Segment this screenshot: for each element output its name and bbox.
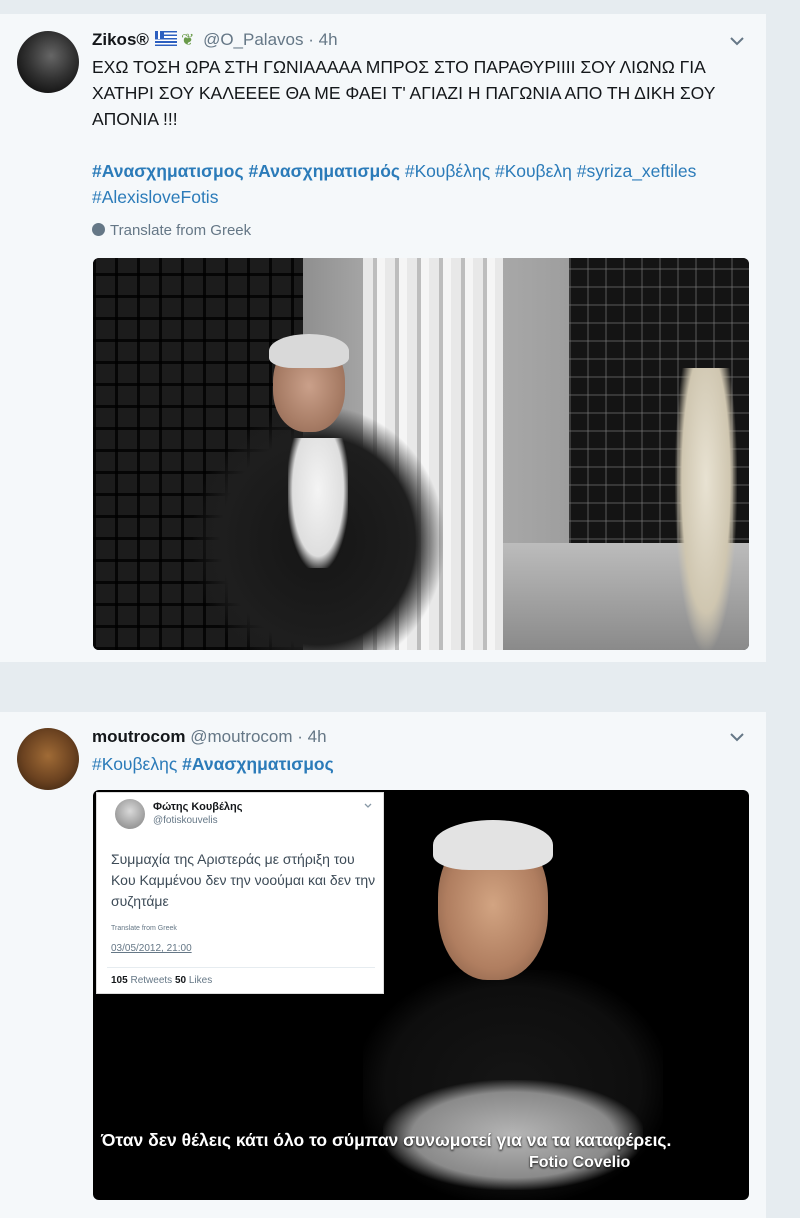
- timestamp[interactable]: 4h: [319, 30, 338, 49]
- tweet-photo[interactable]: Φώτης Κουβέλης @fotiskouvelis Συμμαχία τ…: [93, 790, 749, 1200]
- hashtag-link[interactable]: #Ανασχηματισμος: [92, 161, 244, 181]
- avatar[interactable]: [17, 31, 79, 93]
- hashtag-link[interactable]: #Κουβελη: [495, 161, 572, 181]
- chevron-down-icon[interactable]: [728, 32, 746, 50]
- avatar: [115, 799, 145, 829]
- hashtag-link[interactable]: #Ανασχηματισμός: [248, 161, 400, 181]
- photo-man-hair: [269, 334, 349, 368]
- tweet-header: Zikos® ❦ @O_Palavos · 4h: [92, 30, 338, 50]
- hashtag-link[interactable]: #AlexisloveFotis: [92, 187, 218, 207]
- globe-icon: [92, 223, 105, 236]
- tweet-zikos[interactable]: Zikos® ❦ @O_Palavos · 4h ΕΧΩ ΤΟΣΗ ΩΡΑ ΣΤΗ…: [0, 14, 766, 662]
- translate-label: Translate from Greek: [110, 222, 252, 239]
- photo-statue: [675, 368, 737, 650]
- separator: ·: [297, 727, 303, 746]
- embedded-translate-label: Translate from Greek: [111, 925, 177, 932]
- translate-link[interactable]: Translate from Greek: [92, 222, 251, 239]
- user-handle[interactable]: @moutrocom: [190, 727, 292, 746]
- embedded-user-handle: @fotiskouvelis: [153, 815, 218, 826]
- embedded-stats: 105 Retweets 50 Likes: [111, 975, 212, 986]
- retweet-count: 105: [111, 975, 128, 986]
- tweet-moutrocom[interactable]: moutrocom @moutrocom · 4h #Κουβελης #Ανα…: [0, 712, 766, 1218]
- user-handle[interactable]: @O_Palavos: [203, 30, 303, 49]
- retweet-label: Retweets: [130, 975, 173, 986]
- display-name[interactable]: moutrocom: [92, 727, 186, 746]
- hashtag-list: #Ανασχηματισμος #Ανασχηματισμός #Κουβέλη…: [92, 158, 742, 210]
- like-count: 50: [174, 975, 187, 986]
- hashtag-link[interactable]: #Κουβελης: [92, 754, 177, 774]
- separator: ·: [308, 30, 314, 49]
- hashtag-list: #Κουβελης #Ανασχηματισμος: [92, 751, 742, 777]
- display-name[interactable]: Zikos®: [92, 30, 149, 49]
- hashtag-link[interactable]: #Κουβέλης: [405, 161, 490, 181]
- tweet-header: moutrocom @moutrocom · 4h: [92, 727, 327, 747]
- hashtag-link[interactable]: #Ανασχηματισμος: [182, 754, 334, 774]
- photo-man-shirt: [288, 438, 348, 568]
- chevron-down-icon[interactable]: [728, 728, 746, 746]
- olive-branch-icon: ❦: [180, 32, 195, 49]
- embedded-tweet-text: Συμμαχία της Αριστεράς με στήριξη του Κο…: [111, 851, 376, 909]
- embedded-display-name: Φώτης Κουβέλης: [153, 801, 243, 813]
- hashtag-link[interactable]: #syriza_xeftiles: [577, 161, 697, 181]
- image-signature: Fotio Covelio: [529, 1154, 631, 1171]
- photo-man-hair: [433, 820, 553, 870]
- tweet-text: ΕΧΩ ΤΟΣΗ ΩΡΑ ΣΤΗ ΓΩΝΙΑΑΑΑΑ ΜΠΡΟΣ ΣΤΟ ΠΑΡ…: [92, 57, 716, 129]
- image-caption: Όταν δεν θέλεις κάτι όλο το σύμπαν συνωμ…: [101, 1130, 672, 1150]
- like-label: Likes: [188, 975, 213, 986]
- avatar[interactable]: [17, 728, 79, 790]
- chevron-down-icon: [364, 803, 372, 808]
- divider: [107, 967, 375, 968]
- timestamp[interactable]: 4h: [308, 727, 327, 746]
- embedded-date: 03/05/2012, 21:00: [111, 943, 192, 954]
- tweet-photo[interactable]: [93, 258, 749, 650]
- embedded-tweet-screenshot: Φώτης Κουβέλης @fotiskouvelis Συμμαχία τ…: [96, 792, 384, 994]
- greece-flag-icon: [154, 31, 177, 46]
